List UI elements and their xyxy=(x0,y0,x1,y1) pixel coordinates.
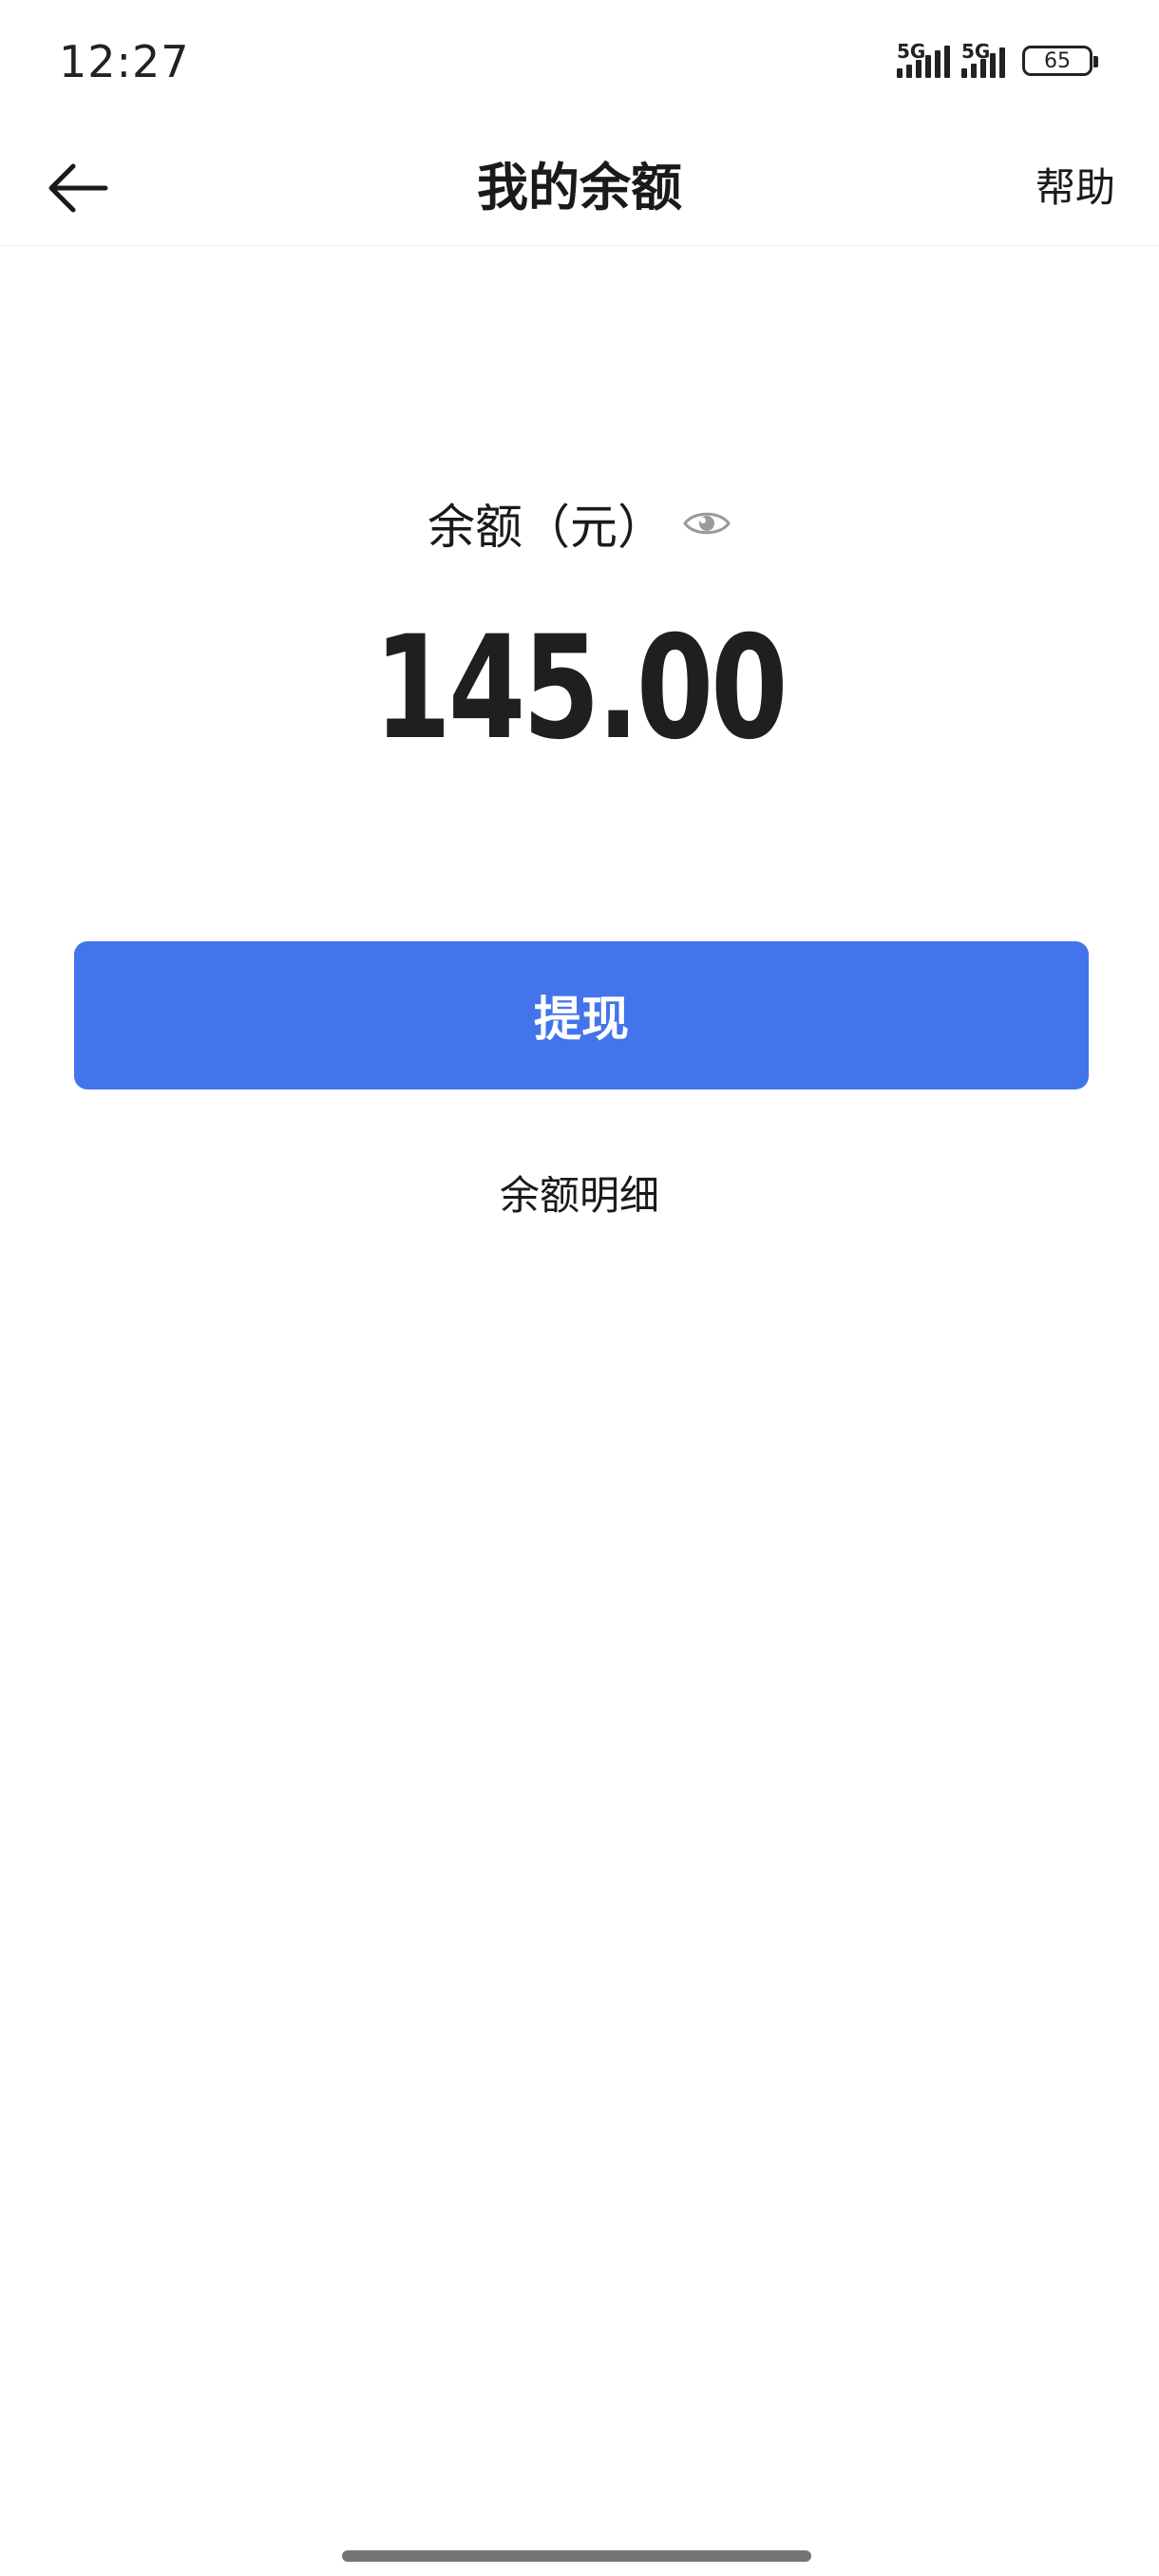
nav-bar: 我的余额 帮助 xyxy=(0,133,1159,246)
status-icons: 5G 5G 65 xyxy=(897,40,1098,78)
balance-amount: 145.00 xyxy=(373,606,788,771)
signal-icon: 5G xyxy=(897,40,950,78)
balance-detail-link[interactable]: 余额明细 xyxy=(0,1164,1159,1222)
page-title: 我的余额 xyxy=(477,158,682,218)
help-button[interactable]: 帮助 xyxy=(1036,142,1115,234)
status-time: 12:27 xyxy=(59,36,190,87)
network-type-label: 5G xyxy=(961,40,991,63)
eye-icon[interactable] xyxy=(682,507,732,540)
battery-level: 65 xyxy=(1044,48,1071,73)
balance-label-row: 余额（元） xyxy=(0,489,1159,558)
battery-icon: 65 xyxy=(1022,46,1098,76)
status-bar: 12:27 5G 5G 65 xyxy=(0,0,1159,133)
balance-label: 余额（元） xyxy=(428,500,665,555)
home-indicator[interactable] xyxy=(342,2550,811,2562)
network-type-label: 5G xyxy=(897,40,926,63)
withdraw-button[interactable]: 提现 xyxy=(74,941,1089,1089)
signal-icon: 5G xyxy=(961,40,1005,78)
